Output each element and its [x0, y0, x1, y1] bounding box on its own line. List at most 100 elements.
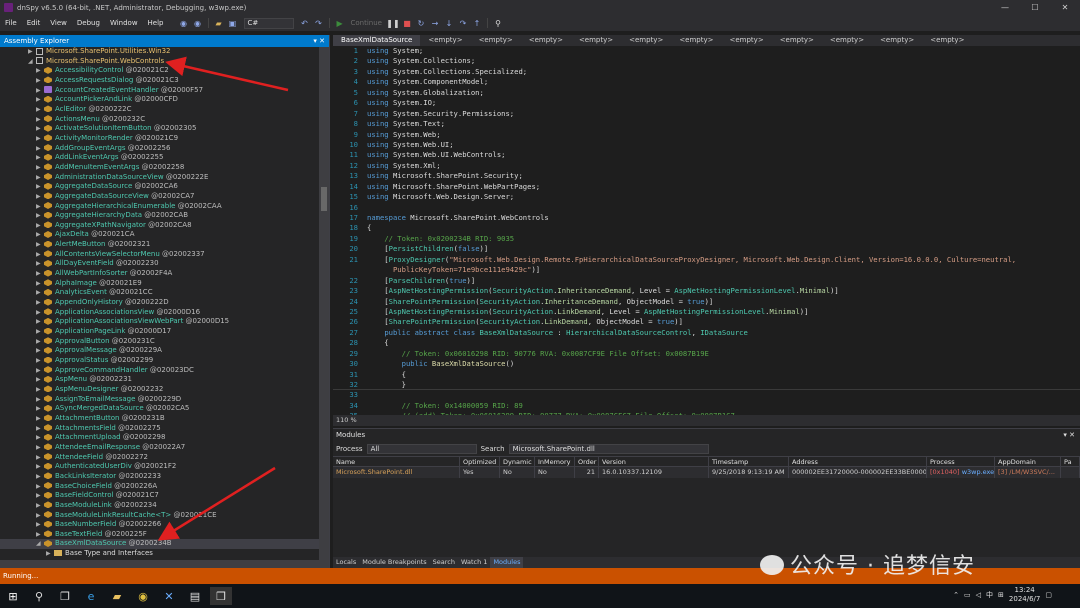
tab-basexmldatasource[interactable]: BaseXmlDataSource	[333, 35, 421, 46]
expander-icon[interactable]: ▶	[36, 346, 44, 356]
expander-icon[interactable]: ▶	[36, 511, 44, 521]
code-editor[interactable]: 1 using System; 2 using System.Collections;…	[333, 46, 1080, 415]
expander-icon[interactable]: ▶	[36, 211, 44, 221]
step-into-icon[interactable]: ↓	[444, 18, 454, 28]
input-language[interactable]: 中	[986, 590, 993, 600]
tree-item[interactable]: ▶ ASyncMergedDataSource @02002CA5	[0, 404, 320, 414]
tree-item[interactable]: ▶ ApplicationAssociationsView @02000D16	[0, 308, 320, 318]
expander-icon[interactable]: ▶	[36, 144, 44, 154]
tree-item[interactable]: ▶ AclEditor @0200222C	[0, 105, 320, 115]
expander-icon[interactable]: ▶	[36, 385, 44, 395]
tab-empty[interactable]: <empty>	[772, 35, 822, 46]
column-header[interactable]: Process	[927, 457, 995, 466]
expander-icon[interactable]: ▶	[36, 173, 44, 183]
column-header[interactable]: Timestamp	[709, 457, 789, 466]
tab-empty[interactable]: <empty>	[571, 35, 621, 46]
expander-icon[interactable]: ▶	[36, 491, 44, 501]
tree-item[interactable]: ▶ BackLinksIterator @02002233	[0, 472, 320, 482]
minimize-icon[interactable]: —	[990, 0, 1020, 15]
tree-item[interactable]: ▶ AnalyticsEvent @020021CC	[0, 288, 320, 298]
tree-item[interactable]: ▶ AttachmentButton @0200231B	[0, 414, 320, 424]
expander-icon[interactable]: ▶	[36, 134, 44, 144]
expander-icon[interactable]: ▶	[36, 424, 44, 434]
expander-icon[interactable]: ▶	[36, 124, 44, 134]
expander-icon[interactable]: ▶	[36, 269, 44, 279]
tab-empty[interactable]: <empty>	[671, 35, 721, 46]
column-header[interactable]: Dynamic	[500, 457, 535, 466]
column-header[interactable]: Name	[333, 457, 460, 466]
tree-item[interactable]: ▶ ApprovalStatus @02002299	[0, 356, 320, 366]
stop-icon[interactable]: ■	[402, 18, 412, 28]
expander-icon[interactable]: ▶	[36, 221, 44, 231]
continue-button[interactable]: Continue	[351, 19, 382, 27]
tree-item[interactable]: ▶ AttachmentUpload @02002298	[0, 433, 320, 443]
tab-empty[interactable]: <empty>	[872, 35, 922, 46]
volume-icon[interactable]: ◁	[976, 591, 981, 599]
column-header[interactable]: Version	[599, 457, 709, 466]
back-icon[interactable]: ◉	[179, 18, 189, 28]
expander-icon[interactable]: ▶	[36, 192, 44, 202]
expander-icon[interactable]: ▶	[36, 95, 44, 105]
tab-modules[interactable]: Modules	[490, 557, 524, 568]
expander-icon[interactable]: ▶	[36, 414, 44, 424]
tree-item[interactable]: ▶ AggregateHierarchicalEnumerable @02002C…	[0, 202, 320, 212]
expander-icon[interactable]: ▶	[36, 279, 44, 289]
tree-item[interactable]: ▶ AuthenticatedUserDiv @020021F2	[0, 462, 320, 472]
menu-file[interactable]: File	[0, 15, 22, 31]
expander-icon[interactable]: ▶	[36, 202, 44, 212]
column-header[interactable]: Order	[575, 457, 599, 466]
tree-folder[interactable]: ▶ Base Type and Interfaces	[0, 549, 320, 559]
search-icon[interactable]: ⚲	[493, 18, 503, 28]
tab-search[interactable]: Search	[430, 557, 458, 568]
tree-item[interactable]: ▶ BaseNumberField @02002266	[0, 520, 320, 530]
expander-icon[interactable]: ▶	[36, 240, 44, 250]
network-icon[interactable]: ▭	[964, 591, 971, 599]
tree-item[interactable]: ▶ BaseModuleLink @02002234	[0, 501, 320, 511]
expander-icon[interactable]: ▶	[36, 356, 44, 366]
tab-empty[interactable]: <empty>	[471, 35, 521, 46]
tree-item[interactable]: ▶ AddMenuItemEventArgs @02002258	[0, 163, 320, 173]
pause-icon[interactable]: ❚❚	[386, 18, 399, 28]
horizontal-scrollbar[interactable]	[0, 560, 320, 568]
expander-icon[interactable]: ▶	[36, 76, 44, 86]
tree-item[interactable]: ▶ ActionsMenu @0200232C	[0, 115, 320, 125]
zoom-level[interactable]: 110 %	[333, 416, 357, 424]
column-header[interactable]: Pa	[1061, 457, 1080, 466]
task-view-icon[interactable]: ❐	[54, 587, 76, 605]
expander-icon[interactable]: ▶	[36, 115, 44, 125]
column-header[interactable]: Address	[789, 457, 927, 466]
column-header[interactable]: AppDomain	[995, 457, 1061, 466]
expander-icon[interactable]: ▶	[36, 308, 44, 318]
tree-item[interactable]: ▶ AccountCreatedEventHandler @02000F57	[0, 86, 320, 96]
tab-empty[interactable]: <empty>	[722, 35, 772, 46]
tree-item[interactable]: ▶ AddGroupEventArgs @02002256	[0, 144, 320, 154]
tree-namespace[interactable]: ▶ Microsoft.SharePoint.Utilities.Win32	[0, 47, 320, 57]
expander-icon[interactable]: ▶	[36, 375, 44, 385]
vertical-scrollbar[interactable]	[319, 47, 329, 568]
tree-item[interactable]: ▶ AspMenu @02002231	[0, 375, 320, 385]
tree-item[interactable]: ◢ BaseXmlDataSource @0200234B	[0, 539, 320, 550]
expander-icon[interactable]: ▶	[28, 47, 36, 57]
language-select[interactable]: C#	[243, 17, 294, 29]
tree-item[interactable]: ▶ AssignToEmailMessage @0200229D	[0, 395, 320, 405]
expander-icon[interactable]: ▶	[36, 250, 44, 260]
tree-item[interactable]: ▶ ApprovalMessage @0200229A	[0, 346, 320, 356]
visual-studio-icon[interactable]: ✕	[158, 587, 180, 605]
tab-empty[interactable]: <empty>	[621, 35, 671, 46]
tree-item[interactable]: ▶ BaseChoiceField @0200226A	[0, 482, 320, 492]
show-next-icon[interactable]: →	[430, 18, 440, 28]
menu-view[interactable]: View	[45, 15, 72, 31]
expander-icon[interactable]: ◢	[36, 539, 44, 549]
expander-icon[interactable]: ▶	[36, 230, 44, 240]
tree-item[interactable]: ▶ BaseFieldControl @020021C7	[0, 491, 320, 501]
undo-icon[interactable]: ↶	[300, 18, 310, 28]
tree-item[interactable]: ▶ AggregateDataSource @02002CA6	[0, 182, 320, 192]
search-icon[interactable]: ⚲	[28, 587, 50, 605]
expander-icon[interactable]: ▶	[36, 404, 44, 414]
expander-icon[interactable]: ▶	[36, 443, 44, 453]
close-icon[interactable]: ✕	[1050, 0, 1080, 15]
tree-item[interactable]: ▶ AccessRequestsDialog @020021C3	[0, 76, 320, 86]
expander-icon[interactable]: ▶	[36, 462, 44, 472]
tree-item[interactable]: ▶ AttendeeEmailResponse @020022A7	[0, 443, 320, 453]
windows-start-icon[interactable]: ⊞	[2, 587, 24, 605]
